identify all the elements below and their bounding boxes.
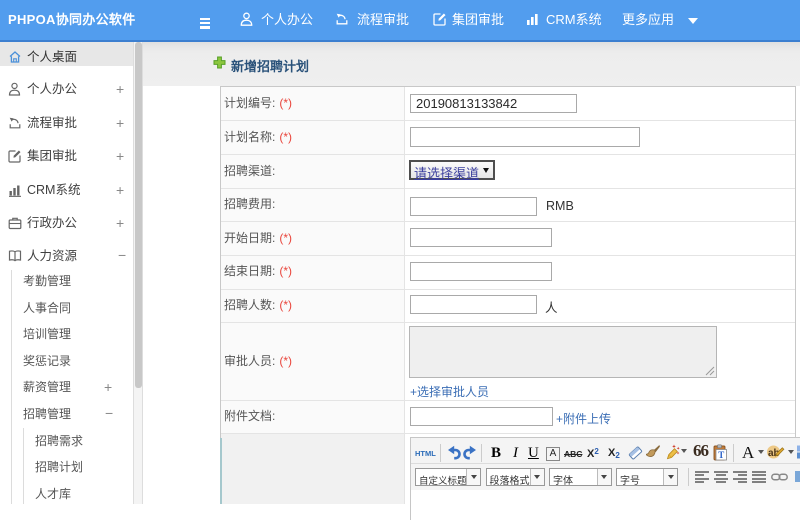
svg-text:T: T (718, 450, 724, 460)
